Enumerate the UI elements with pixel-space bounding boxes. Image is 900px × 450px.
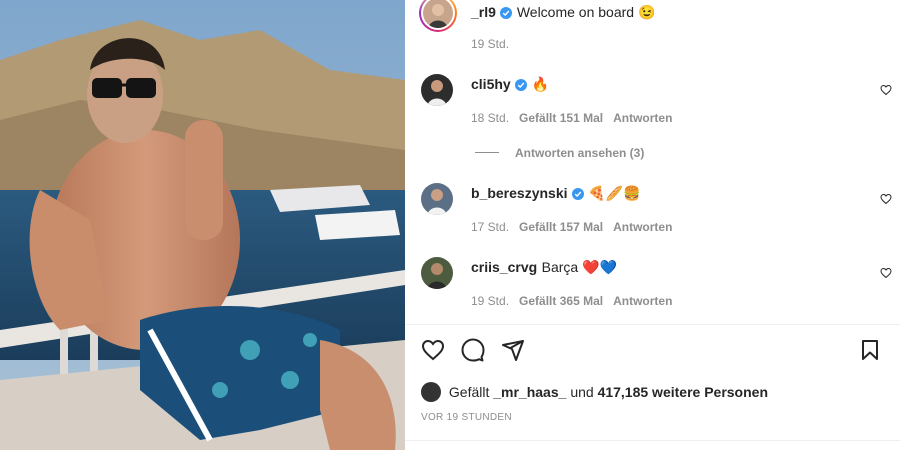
- avatar-rl9: [423, 0, 453, 28]
- comment-text: 🍕🥖🍔: [588, 185, 641, 201]
- liker-username[interactable]: _mr_haas_: [493, 384, 566, 400]
- comment-time: 19 Std.: [471, 37, 510, 51]
- post-image[interactable]: [0, 0, 405, 450]
- comment-like-heart-icon[interactable]: [880, 267, 892, 279]
- comment-text: Barça ❤️💙: [541, 259, 617, 275]
- divider: [405, 440, 900, 441]
- bookmark-icon[interactable]: [858, 338, 882, 362]
- share-icon[interactable]: [501, 338, 525, 362]
- replies-line: [475, 152, 499, 153]
- comments-panel: _rl9 Welcome on board 😉 19 Std. cli5hy 🔥…: [405, 0, 900, 450]
- view-replies-button[interactable]: Antworten ansehen (3): [515, 146, 644, 160]
- reply-button[interactable]: Antworten: [613, 294, 672, 308]
- likes-count[interactable]: 417,185 weitere Personen: [598, 384, 768, 400]
- comment-meta: 19 Std. Gefällt 365 Mal Antworten: [471, 294, 672, 308]
- caption-comment: _rl9 Welcome on board 😉: [471, 4, 890, 24]
- avatar-criis_crvg[interactable]: [421, 257, 453, 289]
- heart-icon[interactable]: [421, 338, 445, 362]
- verified-badge-icon: [500, 6, 513, 24]
- likes-prefix: Gefällt: [448, 384, 490, 400]
- likes-summary: Gefällt _mr_haas_ und 417,185 weitere Pe…: [421, 382, 768, 402]
- comment: criis_crvg Barça ❤️💙: [471, 259, 890, 277]
- liker-avatar[interactable]: [421, 382, 441, 402]
- avatar-cli5hy[interactable]: [421, 74, 453, 106]
- comment-text: Welcome on board 😉: [516, 4, 656, 20]
- avatar-b_bereszynski[interactable]: [421, 183, 453, 215]
- reply-button[interactable]: Antworten: [613, 111, 672, 125]
- likes-middle: und: [570, 384, 594, 400]
- comment-username[interactable]: b_bereszynski: [471, 185, 568, 201]
- comment-meta: 18 Std. Gefällt 151 Mal Antworten: [471, 111, 672, 125]
- divider: [405, 324, 900, 325]
- post-time: VOR 19 STUNDEN: [421, 412, 512, 423]
- comment-likes[interactable]: Gefällt 157 Mal: [519, 220, 603, 234]
- comment: cli5hy 🔥: [471, 76, 890, 96]
- comment-username[interactable]: cli5hy: [471, 76, 511, 92]
- comment-like-heart-icon[interactable]: [880, 84, 892, 96]
- comment-time: 17 Std.: [471, 220, 510, 234]
- reply-button[interactable]: Antworten: [613, 220, 672, 234]
- verified-badge-icon: [571, 187, 584, 205]
- comment-likes[interactable]: Gefällt 365 Mal: [519, 294, 603, 308]
- comment-meta: 17 Std. Gefällt 157 Mal Antworten: [471, 220, 672, 234]
- comment-like-heart-icon[interactable]: [880, 193, 892, 205]
- post-photo: [0, 0, 405, 450]
- story-ring-avatar[interactable]: [419, 0, 457, 32]
- verified-badge-icon: [515, 78, 528, 96]
- comment-username[interactable]: criis_crvg: [471, 259, 537, 275]
- comment-likes[interactable]: Gefällt 151 Mal: [519, 111, 603, 125]
- comment-username[interactable]: _rl9: [471, 4, 496, 20]
- action-bar: [421, 338, 882, 364]
- comment-time: 18 Std.: [471, 111, 510, 125]
- comment: b_bereszynski 🍕🥖🍔: [471, 185, 890, 205]
- comment-icon[interactable]: [461, 338, 485, 362]
- comment-text: 🔥: [531, 76, 550, 92]
- comment-time: 19 Std.: [471, 294, 510, 308]
